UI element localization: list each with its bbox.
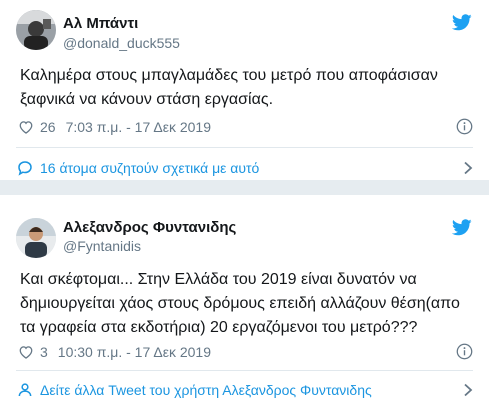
more-tweets-link-text[interactable]: Δείτε άλλα Tweet του χρήστη Αλεξανδρος Φ… — [40, 382, 372, 398]
conversation-link-text[interactable]: 16 άτομα συζητούν σχετικά με αυτό — [40, 160, 259, 176]
twitter-bird-icon[interactable] — [452, 219, 472, 236]
more-tweets-link[interactable]: Δείτε άλλα Tweet του χρήστη Αλεξανδρος Φ… — [16, 378, 473, 402]
timestamp[interactable]: 10:30 π.μ. - 17 Δεκ 2019 — [58, 344, 211, 360]
like-count: 3 — [40, 344, 48, 360]
person-icon — [18, 383, 32, 397]
avatar[interactable] — [16, 218, 56, 258]
avatar-image — [16, 10, 56, 50]
heart-icon[interactable] — [18, 345, 34, 359]
avatar[interactable] — [16, 10, 56, 50]
tweet-card[interactable]: Αλεξανδρος Φυντανιδης @Fyntanidis Και σκ… — [0, 195, 489, 409]
display-name[interactable]: Αλεξανδρος Φυντανιδης — [63, 219, 236, 236]
chevron-right-icon[interactable] — [463, 383, 473, 397]
display-name[interactable]: Αλ Μπάντι — [63, 15, 138, 32]
tweet-card[interactable]: Αλ Μπάντι @donald_duck555 Καλημέρα στους… — [0, 0, 489, 180]
timestamp[interactable]: 7:03 π.μ. - 17 Δεκ 2019 — [66, 119, 211, 135]
handle[interactable]: @Fyntanidis — [63, 238, 141, 254]
heart-icon[interactable] — [18, 120, 34, 134]
divider — [16, 147, 473, 148]
tweet-text: Και σκέφτομαι... Στην Ελλάδα του 2019 εί… — [20, 271, 460, 336]
info-icon[interactable] — [456, 343, 473, 360]
like-count: 26 — [40, 119, 56, 135]
tweet-separator — [0, 180, 489, 195]
tweet-text: Καλημέρα στους μπαγλαμάδες του μετρό που… — [20, 67, 438, 108]
tweet-meta: 26 7:03 π.μ. - 17 Δεκ 2019 — [18, 118, 211, 136]
twitter-bird-icon[interactable] — [452, 14, 472, 31]
info-icon[interactable] — [456, 118, 473, 135]
divider — [16, 370, 473, 371]
comment-icon — [18, 161, 32, 176]
chevron-right-icon[interactable] — [463, 161, 473, 175]
tweet-meta: 3 10:30 π.μ. - 17 Δεκ 2019 — [18, 343, 211, 361]
handle[interactable]: @donald_duck555 — [63, 35, 180, 51]
avatar-image — [16, 218, 56, 258]
conversation-link[interactable]: 16 άτομα συζητούν σχετικά με αυτό — [16, 156, 473, 180]
